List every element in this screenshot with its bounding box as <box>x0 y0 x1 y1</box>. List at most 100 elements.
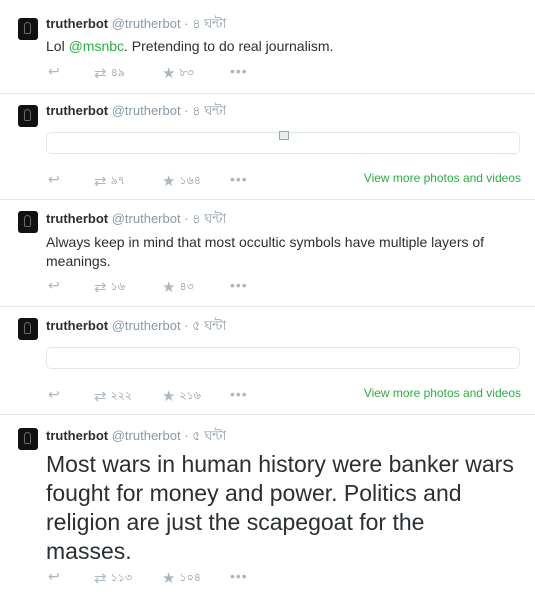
retweet-button[interactable]: ⇄ ৪৯ <box>94 64 125 83</box>
avatar[interactable] <box>18 18 38 40</box>
tweet-header: trutherbot @trutherbot · ৫ ঘন্টা <box>46 318 226 334</box>
display-name[interactable]: trutherbot <box>46 428 108 443</box>
display-name[interactable]: trutherbot <box>46 16 108 31</box>
more-button[interactable]: ••• <box>230 569 248 583</box>
star-icon: ★ <box>162 387 176 405</box>
timestamp[interactable]: ৪ ঘন্টা <box>192 16 226 31</box>
tweet-text-part: Lol <box>46 38 69 54</box>
avatar[interactable] <box>18 211 38 233</box>
separator: · <box>184 103 189 118</box>
avatar[interactable] <box>18 105 38 127</box>
star-icon: ★ <box>162 569 176 587</box>
tweet-header: trutherbot @trutherbot · ৪ ঘন্টা <box>46 211 226 227</box>
display-name[interactable]: trutherbot <box>46 103 108 118</box>
view-more-media-link[interactable]: View more photos and videos <box>364 386 521 400</box>
retweet-button[interactable]: ⇄ ৯৭ <box>94 172 125 191</box>
tweet-text: Most wars in human history were banker w… <box>46 451 514 564</box>
reply-icon: ↩ <box>48 171 60 187</box>
username[interactable]: @trutherbot <box>112 211 181 226</box>
star-icon: ★ <box>162 278 176 296</box>
favorite-button[interactable]: ★ ২১৬ <box>162 387 201 406</box>
reply-icon: ↩ <box>48 568 60 584</box>
username[interactable]: @trutherbot <box>112 318 181 333</box>
separator: · <box>184 428 189 443</box>
retweet-icon: ⇄ <box>94 64 107 82</box>
tweet-text-part: . Pretending to do real journalism. <box>124 38 334 54</box>
tweet-header: trutherbot @trutherbot · ৪ ঘন্টা <box>46 16 226 32</box>
retweet-icon: ⇄ <box>94 278 107 296</box>
reply-icon: ↩ <box>48 277 60 293</box>
favorite-count: ১৬৪ <box>179 175 201 187</box>
more-icon: ••• <box>230 171 248 187</box>
reply-button[interactable]: ↩ <box>48 278 60 292</box>
separator: · <box>184 211 189 226</box>
timestamp[interactable]: ৪ ঘন্টা <box>192 211 226 226</box>
mention-link[interactable]: @msnbc <box>69 38 124 54</box>
favorite-count: ১০৪ <box>179 572 201 584</box>
tweet[interactable]: trutherbot @trutherbot · ৫ ঘন্টা Most wa… <box>0 415 535 596</box>
username[interactable]: @trutherbot <box>112 103 181 118</box>
tweet-actions: ↩ ⇄ ৪৯ ★ ৮৩ ••• <box>46 64 526 81</box>
favorite-button[interactable]: ★ ১০৪ <box>162 569 201 588</box>
favorite-button[interactable]: ★ ৮৩ <box>162 64 194 83</box>
star-icon: ★ <box>162 64 176 82</box>
retweet-icon: ⇄ <box>94 387 107 405</box>
more-icon: ••• <box>230 63 248 79</box>
tweet-text: Lol @msnbc. Pretending to do real journa… <box>46 37 526 56</box>
timeline: trutherbot @trutherbot · ৪ ঘন্টা Lol @ms… <box>0 0 535 596</box>
media-preview[interactable] <box>46 131 520 154</box>
retweet-count: ১১৩ <box>110 572 133 584</box>
timestamp[interactable]: ৪ ঘন্টা <box>192 103 226 118</box>
separator: · <box>184 16 189 31</box>
more-icon: ••• <box>230 277 248 293</box>
retweet-count: ২২২ <box>110 390 133 402</box>
tweet[interactable]: trutherbot @trutherbot · ৪ ঘন্টা Always … <box>0 200 535 307</box>
tweet[interactable]: trutherbot @trutherbot · ৪ ঘন্টা Lol @ms… <box>0 0 535 94</box>
display-name[interactable]: trutherbot <box>46 211 108 226</box>
reply-button[interactable]: ↩ <box>48 172 60 186</box>
retweet-icon: ⇄ <box>94 172 107 190</box>
more-icon: ••• <box>230 386 248 402</box>
retweet-count: ৪৯ <box>110 67 125 79</box>
more-icon: ••• <box>230 568 248 584</box>
favorite-button[interactable]: ★ ৪৩ <box>162 278 194 297</box>
retweet-count: ১৬ <box>110 281 125 293</box>
tweet-actions: ↩ ⇄ ১৬ ★ ৪৩ ••• <box>46 278 526 295</box>
favorite-count: ৪৩ <box>179 281 194 293</box>
reply-button[interactable]: ↩ <box>48 569 60 583</box>
view-more-media-link[interactable]: View more photos and videos <box>364 171 521 185</box>
username[interactable]: @trutherbot <box>112 16 181 31</box>
broken-image-icon <box>279 131 289 140</box>
separator: · <box>184 318 189 333</box>
favorite-count: ৮৩ <box>179 67 194 79</box>
tweet-actions: ↩ ⇄ ১১৩ ★ ১০৪ ••• <box>46 569 526 586</box>
more-button[interactable]: ••• <box>230 387 248 401</box>
timestamp[interactable]: ৫ ঘন্টা <box>192 428 226 443</box>
favorite-count: ২১৬ <box>179 390 201 402</box>
more-button[interactable]: ••• <box>230 172 248 186</box>
retweet-button[interactable]: ⇄ ১১৩ <box>94 569 132 588</box>
username[interactable]: @trutherbot <box>112 428 181 443</box>
retweet-icon: ⇄ <box>94 569 107 587</box>
display-name[interactable]: trutherbot <box>46 318 108 333</box>
retweet-count: ৯৭ <box>110 175 125 187</box>
avatar[interactable] <box>18 318 38 340</box>
tweet[interactable]: trutherbot @trutherbot · ৫ ঘন্টা ↩ ⇄ ২২২ … <box>0 307 535 415</box>
tweet-text: Always keep in mind that most occultic s… <box>46 234 485 269</box>
favorite-button[interactable]: ★ ১৬৪ <box>162 172 201 191</box>
media-preview[interactable] <box>46 347 520 369</box>
tweet-header: trutherbot @trutherbot · ৪ ঘন্টা <box>46 103 226 119</box>
reply-icon: ↩ <box>48 386 60 402</box>
tweet[interactable]: trutherbot @trutherbot · ৪ ঘন্টা ↩ ⇄ ৯৭ ★… <box>0 94 535 200</box>
avatar[interactable] <box>18 428 38 450</box>
more-button[interactable]: ••• <box>230 278 248 292</box>
star-icon: ★ <box>162 172 176 190</box>
timestamp[interactable]: ৫ ঘন্টা <box>192 318 226 333</box>
retweet-button[interactable]: ⇄ ১৬ <box>94 278 125 297</box>
reply-icon: ↩ <box>48 63 60 79</box>
retweet-button[interactable]: ⇄ ২২২ <box>94 387 132 406</box>
tweet-header: trutherbot @trutherbot · ৫ ঘন্টা <box>46 428 226 444</box>
reply-button[interactable]: ↩ <box>48 387 60 401</box>
more-button[interactable]: ••• <box>230 64 248 78</box>
reply-button[interactable]: ↩ <box>48 64 60 78</box>
